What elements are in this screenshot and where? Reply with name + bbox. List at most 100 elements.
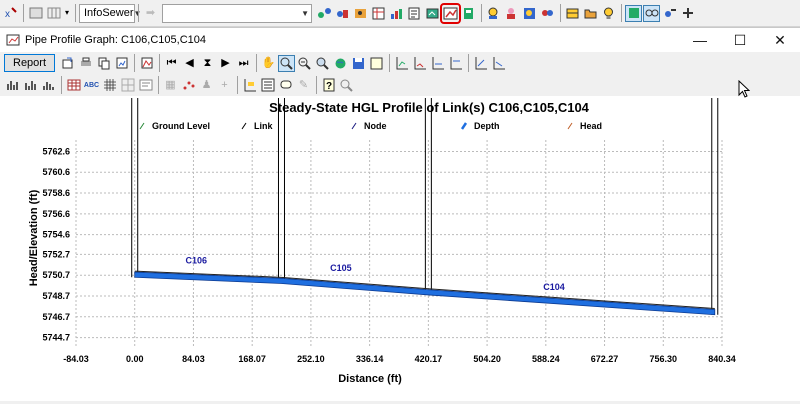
pump-tool-icon[interactable] <box>334 5 351 22</box>
disabled-tool-icon[interactable]: ▦ <box>162 77 179 94</box>
save-image-icon[interactable] <box>350 55 367 72</box>
axis-bottom-icon[interactable] <box>429 55 446 72</box>
graph-toolbar-1: Report ⏮ ◀ ⧗ ▶ ⏭ ✋ <box>0 52 800 74</box>
axis-left-icon[interactable] <box>393 55 410 72</box>
help-icon[interactable]: ? <box>320 77 337 94</box>
toolbar-separator <box>316 76 317 94</box>
first-page-icon[interactable]: ⏮ <box>163 55 180 72</box>
close-button[interactable]: ✕ <box>760 28 800 52</box>
svg-text:x: x <box>5 9 10 20</box>
dropdown-arrow-icon[interactable]: ▾ <box>63 5 71 22</box>
pan-hand-icon[interactable]: ✋ <box>260 55 277 72</box>
network-combo[interactable]: InfoSewer ▼ <box>79 3 141 23</box>
network-combo-value: InfoSewer <box>84 7 134 19</box>
book-tool-icon[interactable] <box>460 5 477 22</box>
legend-icon[interactable] <box>137 77 154 94</box>
window-icon[interactable] <box>27 5 44 22</box>
x-tick-label: 504.20 <box>473 354 501 364</box>
report-tool-icon[interactable] <box>406 5 423 22</box>
profile-plot[interactable]: Steady-State HGL Profile of Link(s) C106… <box>0 98 800 401</box>
scale-y-icon[interactable] <box>490 55 507 72</box>
series-icon[interactable] <box>259 77 276 94</box>
map-tool-icon[interactable] <box>424 5 441 22</box>
x-tick-label: 168.07 <box>238 354 266 364</box>
pencil-icon[interactable]: ✎ <box>295 77 312 94</box>
network-tool-icon[interactable] <box>316 5 333 22</box>
profile-graph-icon[interactable] <box>440 2 461 24</box>
zoom-full-icon[interactable] <box>314 55 331 72</box>
junction-mode-icon[interactable] <box>679 5 696 22</box>
x-tick-label: 840.34 <box>708 354 736 364</box>
axis-right-icon[interactable] <box>411 55 428 72</box>
pipe-mode-icon[interactable] <box>625 4 642 22</box>
grid-lines-icon[interactable] <box>101 77 118 94</box>
legend-label: Ground Level <box>152 121 210 131</box>
last-page-icon[interactable]: ⏭ <box>235 55 252 72</box>
maximize-button[interactable]: ☐ <box>720 28 760 52</box>
scenario-tool-icon[interactable] <box>521 5 538 22</box>
zoom-out-icon[interactable] <box>296 55 313 72</box>
x-tick-label: 756.30 <box>650 354 678 364</box>
scatter-icon[interactable] <box>180 77 197 94</box>
annotation-icon[interactable] <box>277 77 294 94</box>
chart-settings-icon[interactable] <box>113 55 130 72</box>
plus-icon[interactable]: + <box>216 77 233 94</box>
hourglass-icon[interactable]: ⧗ <box>199 55 216 72</box>
tool-icon[interactable]: x <box>2 5 19 22</box>
grid-icon[interactable] <box>45 5 62 22</box>
toolbar-separator <box>159 54 161 72</box>
disabled-tool-2-icon[interactable]: ♟ <box>198 77 215 94</box>
folder-tool-icon[interactable] <box>582 5 599 22</box>
y-tick-label: 5758.6 <box>42 188 70 198</box>
compare-tool-icon[interactable] <box>539 5 556 22</box>
next-page-icon[interactable]: ▶ <box>217 55 234 72</box>
export-icon[interactable] <box>59 55 76 72</box>
abc-label-icon[interactable]: ABC <box>83 77 100 94</box>
chevron-down-icon: ▼ <box>301 8 309 18</box>
pump-mode-icon[interactable] <box>661 5 678 22</box>
toolbar-separator <box>158 76 159 94</box>
legend-swatch <box>351 122 357 130</box>
link-mode-icon[interactable] <box>643 4 660 22</box>
bar-chart-2-icon[interactable] <box>22 77 39 94</box>
x-tick-label: 588.24 <box>532 354 560 364</box>
search-icon[interactable] <box>338 77 355 94</box>
x-tick-label: -84.03 <box>63 354 89 364</box>
report-button[interactable]: Report <box>4 54 56 72</box>
bulb-tool-icon[interactable] <box>600 5 617 22</box>
table-icon[interactable] <box>65 77 82 94</box>
copy-icon[interactable] <box>95 55 112 72</box>
toolbar-separator <box>389 54 391 72</box>
zoom-in-icon[interactable] <box>278 54 296 72</box>
legend-swatch <box>567 122 573 130</box>
link-label: C105 <box>330 263 352 273</box>
legend-swatch <box>460 122 468 130</box>
person-tool-icon[interactable] <box>503 5 520 22</box>
bar-chart-3-icon[interactable] <box>40 77 57 94</box>
grid-fine-icon[interactable] <box>119 77 136 94</box>
node-lines <box>131 98 719 315</box>
prev-page-icon[interactable]: ◀ <box>181 55 198 72</box>
scale-x-icon[interactable] <box>472 55 489 72</box>
graph-toolbar-2: ABC ▦ ♟ + ✎ ? <box>0 74 800 96</box>
globe-icon[interactable] <box>332 55 349 72</box>
axis-edit-icon[interactable] <box>241 77 258 94</box>
table-tool-icon[interactable] <box>370 5 387 22</box>
query-tool-icon[interactable] <box>485 5 502 22</box>
pipe-profile <box>134 270 716 316</box>
chart-tool-icon[interactable] <box>388 5 405 22</box>
bar-chart-icon[interactable] <box>4 77 21 94</box>
layer-combo[interactable]: ▼ <box>162 3 312 23</box>
toolbar-separator <box>134 54 136 72</box>
print-icon[interactable] <box>77 55 94 72</box>
toolbar-separator <box>237 76 238 94</box>
toolbar-separator <box>468 54 470 72</box>
minimize-button[interactable]: — <box>680 28 720 52</box>
graph-icon[interactable] <box>138 55 155 72</box>
y-tick-label: 5746.7 <box>42 312 70 322</box>
back-arrow-icon[interactable]: ➡ <box>142 5 159 22</box>
node-tool-icon[interactable] <box>352 5 369 22</box>
select-box-icon[interactable] <box>368 55 385 72</box>
database-tool-icon[interactable] <box>564 5 581 22</box>
axis-top-icon[interactable] <box>447 55 464 72</box>
